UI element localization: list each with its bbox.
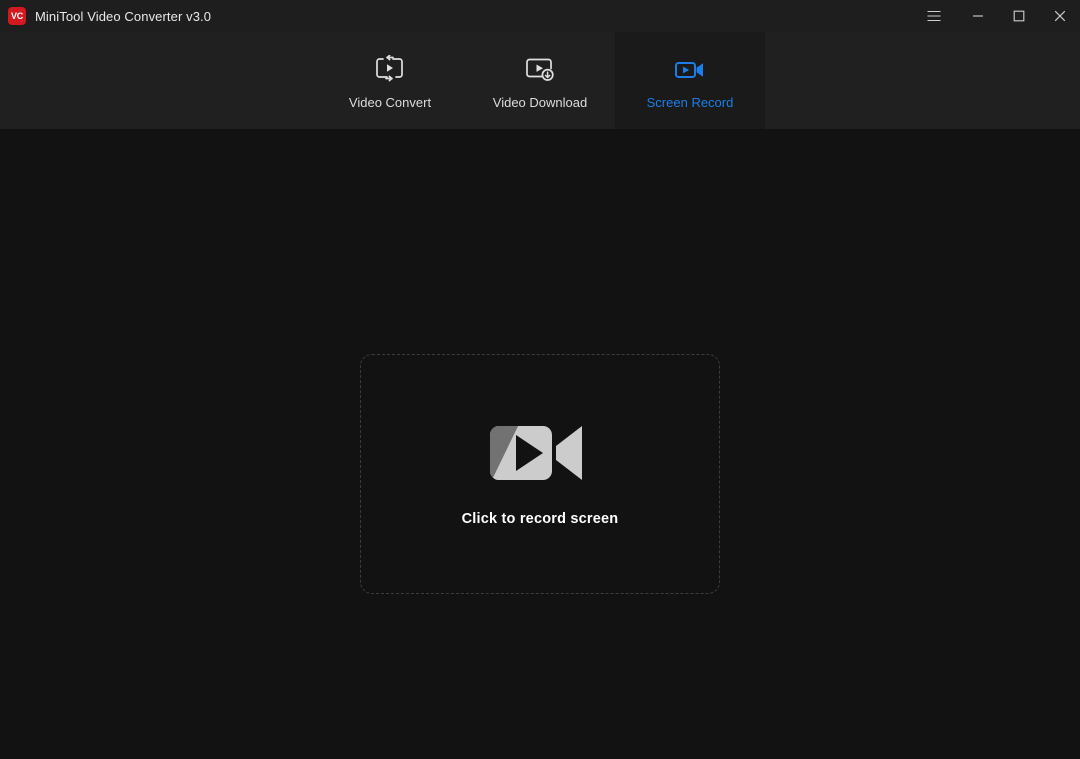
app-title: MiniTool Video Converter v3.0	[35, 10, 211, 23]
close-button[interactable]	[1039, 0, 1080, 32]
minimize-icon	[972, 10, 984, 22]
drop-zone-label: Click to record screen	[462, 512, 619, 527]
close-icon	[1054, 10, 1066, 22]
minimize-button[interactable]	[957, 0, 998, 32]
video-download-icon	[524, 53, 556, 87]
maximize-icon	[1013, 10, 1025, 22]
main-tab-bar: Video Convert Video Download	[0, 32, 1080, 129]
tab-bar-left-spacer	[0, 32, 315, 129]
menu-icon	[926, 8, 942, 24]
tab-label-screen-record: Screen Record	[647, 96, 734, 109]
menu-button[interactable]	[913, 0, 955, 32]
maximize-button[interactable]	[998, 0, 1039, 32]
title-bar: VC MiniTool Video Converter v3.0	[0, 0, 1080, 32]
tab-bar-right-spacer	[765, 32, 1080, 129]
video-convert-icon	[374, 53, 406, 87]
minitool-vc-logo: VC	[8, 7, 26, 25]
logo-text: VC	[11, 12, 23, 21]
tab-screen-record[interactable]: Screen Record	[615, 32, 765, 129]
video-camera-icon	[490, 422, 590, 484]
tab-video-convert[interactable]: Video Convert	[315, 32, 465, 129]
main-content: Click to record screen	[0, 129, 1080, 759]
tab-label-video-download: Video Download	[493, 96, 587, 109]
app-window: VC MiniTool Video Converter v3.0	[0, 0, 1080, 759]
tab-label-video-convert: Video Convert	[349, 96, 431, 109]
window-controls	[913, 0, 1080, 32]
tab-video-download[interactable]: Video Download	[465, 32, 615, 129]
screen-record-icon	[673, 53, 707, 87]
record-screen-drop-zone[interactable]: Click to record screen	[360, 354, 720, 594]
